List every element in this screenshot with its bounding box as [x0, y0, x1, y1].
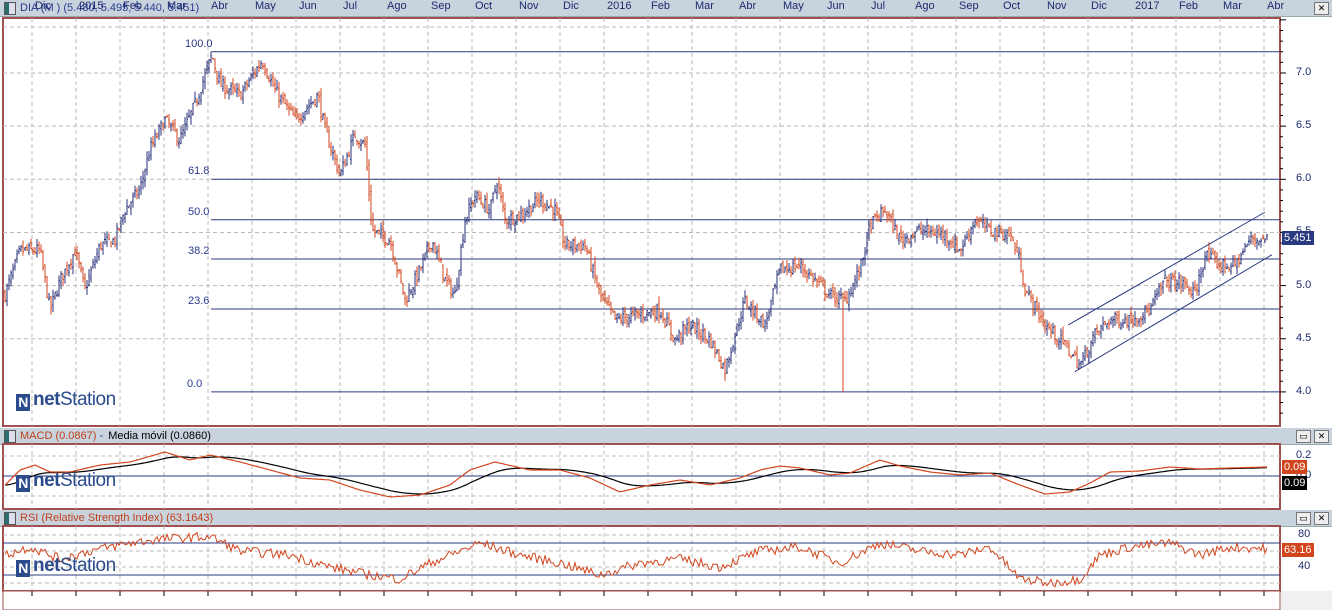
price-axis-label: 6.0: [1296, 172, 1312, 185]
netstation-logo: NnetStation: [16, 389, 116, 411]
time-axis-label: Jul: [343, 0, 358, 12]
rsi-axis-label: 40: [1298, 560, 1311, 572]
time-axis-label: Jun: [299, 0, 317, 12]
time-axis-label: 2017: [1135, 0, 1160, 12]
time-axis-label: Feb: [651, 0, 670, 12]
time-axis-label: Jun: [827, 0, 845, 12]
time-axis-label: Oct: [475, 0, 493, 12]
fib-level-label: 38.2: [188, 245, 210, 258]
time-axis-label: Dic: [35, 0, 51, 12]
signal-value-tag: 0.09: [1282, 476, 1308, 490]
time-axis-label: 2016: [607, 0, 632, 12]
netstation-logo: NnetStation: [16, 470, 116, 492]
time-axis-label: Abr: [211, 0, 229, 12]
rsi-value-tag: 63.16: [1282, 543, 1314, 557]
price-axis-label: 4.5: [1296, 331, 1312, 344]
time-axis-label: Sep: [431, 0, 451, 12]
fib-level-label: 100.0: [185, 37, 213, 50]
time-axis-label: Feb: [1179, 0, 1198, 12]
time-axis-label: Dic: [1091, 0, 1107, 12]
time-axis-label: Mar: [167, 0, 186, 12]
fib-level-label: 61.8: [188, 165, 210, 178]
time-axis-label: May: [783, 0, 804, 12]
price-axis-label: 6.5: [1296, 119, 1312, 132]
time-axis-label: Oct: [1003, 0, 1021, 12]
time-axis-label: Jul: [871, 0, 886, 12]
time-axis-label: Nov: [519, 0, 539, 12]
fib-level-label: 0.0: [187, 377, 203, 390]
time-axis-label: Dic: [563, 0, 579, 12]
time-axis-label: Abr: [1267, 0, 1285, 12]
macd-value-tag: 0.09: [1282, 460, 1308, 474]
last-price-tag: 5.451: [1282, 231, 1314, 245]
rsi-axis-label: 80: [1298, 528, 1311, 540]
time-axis-label: Abr: [739, 0, 757, 12]
fib-level-label: 50.0: [188, 205, 210, 218]
time-axis-label: May: [255, 0, 276, 12]
time-axis-label: Sep: [959, 0, 979, 12]
time-axis-label: Ago: [915, 0, 935, 12]
time-axis-label: Ago: [387, 0, 407, 12]
time-axis-label: 2015: [79, 0, 104, 12]
time-axis-label: Feb: [123, 0, 142, 12]
time-axis-label: Nov: [1047, 0, 1067, 12]
time-axis-label: Mar: [695, 0, 714, 12]
time-axis-label: Mar: [1223, 0, 1242, 12]
axis-corner: [1281, 591, 1332, 610]
price-axis-label: 4.0: [1296, 384, 1312, 397]
netstation-logo: NnetStation: [16, 555, 116, 577]
price-axis-label: 7.0: [1296, 66, 1312, 78]
price-axis-label: 5.0: [1296, 278, 1312, 291]
fib-level-label: 23.6: [188, 294, 210, 307]
